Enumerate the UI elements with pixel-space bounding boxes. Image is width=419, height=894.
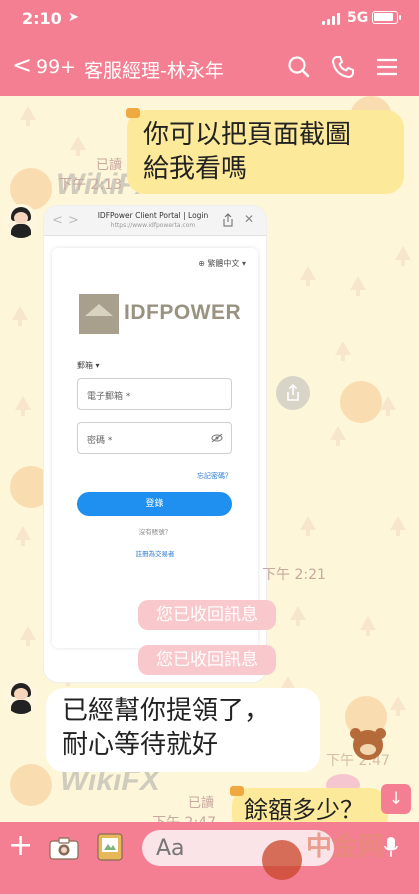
email-placeholder: 電子郵箱 * <box>87 392 131 402</box>
background-tree-icon <box>20 106 36 126</box>
watermark-corner-text: 中金网 <box>306 832 385 862</box>
watermark-logo-icon <box>262 840 302 880</box>
microphone-icon[interactable] <box>384 836 398 858</box>
background-tree-icon <box>330 426 346 446</box>
watermark-logo-icon <box>340 381 382 423</box>
share-icon <box>287 384 299 401</box>
back-chevron-icon[interactable]: < <box>12 53 32 77</box>
email-field: 電子郵箱 * <box>77 378 232 410</box>
chat-area[interactable]: WikiFX WikiFX WikiFX 你可以把頁面截圖 給我看嗎 已讀 下午… <box>0 96 419 822</box>
browser-back-icon: < <box>52 213 63 228</box>
scroll-down-button[interactable]: ↓ <box>381 784 411 814</box>
background-tree-icon <box>20 626 36 646</box>
background-tree-icon <box>290 606 306 626</box>
sticker-badge-icon <box>126 108 140 118</box>
background-tree-icon <box>390 696 406 716</box>
message-text: 餘額多少？ <box>244 796 364 822</box>
brand-name: IDFPOWER <box>124 301 242 324</box>
background-tree-icon <box>360 616 376 636</box>
login-button: 登錄 <box>77 492 232 516</box>
language-label: 繁體中文 <box>207 259 240 268</box>
login-type-selector: 郵箱 ▾ <box>77 361 100 370</box>
their-message-bubble[interactable]: 已經幫你提領了， 耐心等待就好 <box>46 688 320 772</box>
bear-sticker <box>345 726 391 766</box>
language-selector: ⊕ 繁體中文 ▾ <box>198 259 246 268</box>
background-tree-icon <box>70 136 86 156</box>
network-type: 5G <box>347 10 369 26</box>
forgot-password-link: 忘記密碼？ <box>197 472 232 480</box>
phone-icon[interactable] <box>330 54 356 80</box>
background-tree-icon <box>350 276 366 296</box>
message-line: 耐心等待就好 <box>62 730 219 760</box>
chat-title: 客服經理-林永年 <box>84 60 224 82</box>
browser-url: https://www.idfpowerta.com <box>110 222 196 229</box>
sticker-badge-icon <box>230 786 244 796</box>
message-line: 已經幫你提領了， <box>62 696 271 726</box>
message-time: 下午 2:13 <box>58 177 122 193</box>
background-tree-icon <box>395 246 411 266</box>
login-card: ⊕ 繁體中文 ▾ IDFPOWER 郵箱 ▾ 電子郵箱 * 密碼 * 忘記密碼？… <box>52 248 258 648</box>
eye-slash-icon <box>211 433 223 443</box>
message-line: 給我看嗎 <box>143 154 248 184</box>
login-type-label: 郵箱 <box>77 361 93 370</box>
background-tree-icon <box>15 396 31 416</box>
password-placeholder: 密碼 * <box>87 436 113 446</box>
my-message-bubble[interactable]: 餘額多少？ <box>232 788 388 822</box>
plus-icon[interactable]: + <box>8 831 33 861</box>
message-time: 下午 2:21 <box>262 567 326 583</box>
message-time: 下午 2:47 <box>140 812 216 822</box>
share-icon <box>223 213 233 227</box>
composer-bar: + 中金网 <box>0 822 419 894</box>
recalled-message-notice: 您已收回訊息 <box>138 600 276 630</box>
my-message-bubble[interactable]: 你可以把頁面截圖 給我看嗎 <box>127 110 404 194</box>
browser-bar: < > IDFPower Client Portal | Login https… <box>44 206 266 236</box>
watermark-logo-icon <box>10 764 52 806</box>
background-tree-icon <box>380 396 396 416</box>
browser-page-title: IDFPower Client Portal | Login <box>97 211 209 220</box>
background-tree-icon <box>335 341 351 361</box>
background-tree-icon <box>12 306 28 326</box>
background-tree-icon <box>300 266 316 286</box>
background-tree-icon <box>300 516 316 536</box>
location-icon: ➤ <box>68 10 79 25</box>
status-bar: 2:10 ➤ 5G <box>0 0 419 38</box>
recalled-message-notice: 您已收回訊息 <box>138 645 276 675</box>
chat-header: < 99+ 客服經理-林永年 <box>0 38 419 96</box>
status-time: 2:10 <box>22 9 62 28</box>
no-account-text: 沒有賬號？ <box>138 528 172 536</box>
password-field: 密碼 * <box>77 422 232 454</box>
close-icon: ✕ <box>244 212 255 226</box>
message-line: 你可以把頁面截圖 <box>143 120 352 150</box>
image-icon[interactable] <box>97 833 123 861</box>
avatar[interactable] <box>4 204 38 238</box>
avatar[interactable] <box>4 680 38 714</box>
read-receipt: 已讀 <box>95 158 122 173</box>
background-tree-icon <box>15 526 31 546</box>
search-icon[interactable] <box>286 54 312 80</box>
signal-icon <box>322 13 342 25</box>
background-tree-icon <box>390 516 406 536</box>
brand-logo-icon <box>79 294 119 334</box>
browser-forward-icon: > <box>68 213 79 228</box>
forward-share-button[interactable] <box>276 376 310 410</box>
unread-count[interactable]: 99+ <box>36 56 76 78</box>
battery-icon <box>372 11 401 24</box>
arrow-down-icon: ↓ <box>388 789 404 809</box>
read-receipt: 已讀 <box>187 796 214 811</box>
camera-icon[interactable] <box>49 836 79 860</box>
register-link: 註冊為交易者 <box>135 550 175 558</box>
menu-icon[interactable] <box>374 54 400 80</box>
